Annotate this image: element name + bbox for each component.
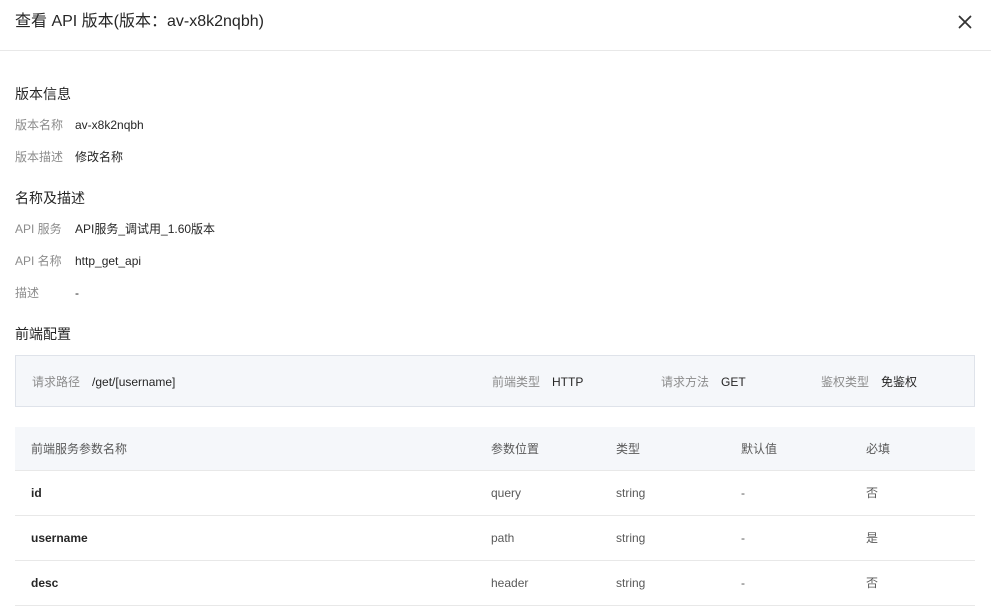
column-header-required: 必填 — [866, 442, 891, 456]
frontend-config-box: 请求路径/get/[username] 前端类型 HTTP 请求方法 GET 鉴权类… — [15, 355, 975, 407]
cell-param-location: header — [491, 576, 529, 590]
cell-default: - — [741, 531, 745, 545]
config-value: GET — [721, 375, 746, 389]
config-request-method: 请求方法 GET — [661, 372, 746, 392]
dialog-header: 查看 API 版本(版本：av-x8k2nqbh) — [0, 0, 991, 51]
close-button[interactable] — [955, 12, 975, 32]
field-value: - — [75, 286, 79, 300]
field-label: 版本名称 — [15, 118, 64, 132]
column-header-default: 默认值 — [741, 442, 778, 456]
params-table: 前端服务参数名称 参数位置 类型 默认值 必填 id query string … — [15, 427, 975, 606]
config-auth-type: 鉴权类型 免鉴权 — [821, 372, 917, 392]
table-row: id query string - 否 — [15, 471, 975, 516]
field-value: http_get_api — [75, 254, 142, 268]
config-request-path: 请求路径/get/[username] — [32, 372, 175, 392]
config-value: /get/[username] — [92, 375, 176, 389]
config-frontend-type: 前端类型 HTTP — [492, 372, 583, 392]
cell-param-name: username — [31, 531, 88, 545]
config-label: 请求路径 — [32, 375, 81, 389]
cell-param-name: desc — [31, 576, 59, 590]
cell-type: string — [616, 531, 646, 545]
dialog-title: 查看 API 版本(版本：av-x8k2nqbh) — [15, 13, 264, 30]
section-title-name-desc: 名称及描述 — [15, 190, 85, 206]
config-label: 请求方法 — [661, 375, 710, 389]
cell-default: - — [741, 486, 745, 500]
cell-required: 否 — [866, 486, 879, 500]
cell-type: string — [616, 576, 646, 590]
column-header-type: 类型 — [616, 442, 641, 456]
config-value: 免鉴权 — [881, 375, 918, 389]
column-header-param-name: 前端服务参数名称 — [31, 442, 128, 456]
field-label: 版本描述 — [15, 150, 64, 164]
table-header: 前端服务参数名称 参数位置 类型 默认值 必填 — [15, 427, 975, 471]
config-value: HTTP — [552, 375, 584, 389]
cell-param-location: query — [491, 486, 522, 500]
table-row: username path string - 是 — [15, 516, 975, 561]
cell-param-name: id — [31, 486, 42, 500]
cell-param-location: path — [491, 531, 515, 545]
config-label: 鉴权类型 — [821, 375, 870, 389]
cell-default: - — [741, 576, 745, 590]
field-label: 描述 — [15, 286, 40, 300]
section-title-version-info: 版本信息 — [15, 86, 71, 102]
section-title-frontend-config: 前端配置 — [15, 326, 71, 342]
cell-required: 是 — [866, 531, 879, 545]
close-icon — [958, 15, 972, 29]
field-label: API 名称 — [15, 254, 62, 268]
field-label: API 服务 — [15, 222, 62, 236]
field-value: av-x8k2nqbh — [75, 118, 144, 132]
field-value: API服务_调试用_1.60版本 — [75, 222, 216, 236]
column-header-param-location: 参数位置 — [491, 442, 540, 456]
config-label: 前端类型 — [492, 375, 541, 389]
field-value: 修改名称 — [75, 150, 124, 164]
cell-required: 否 — [866, 576, 879, 590]
cell-type: string — [616, 486, 646, 500]
table-row: desc header string - 否 — [15, 561, 975, 606]
